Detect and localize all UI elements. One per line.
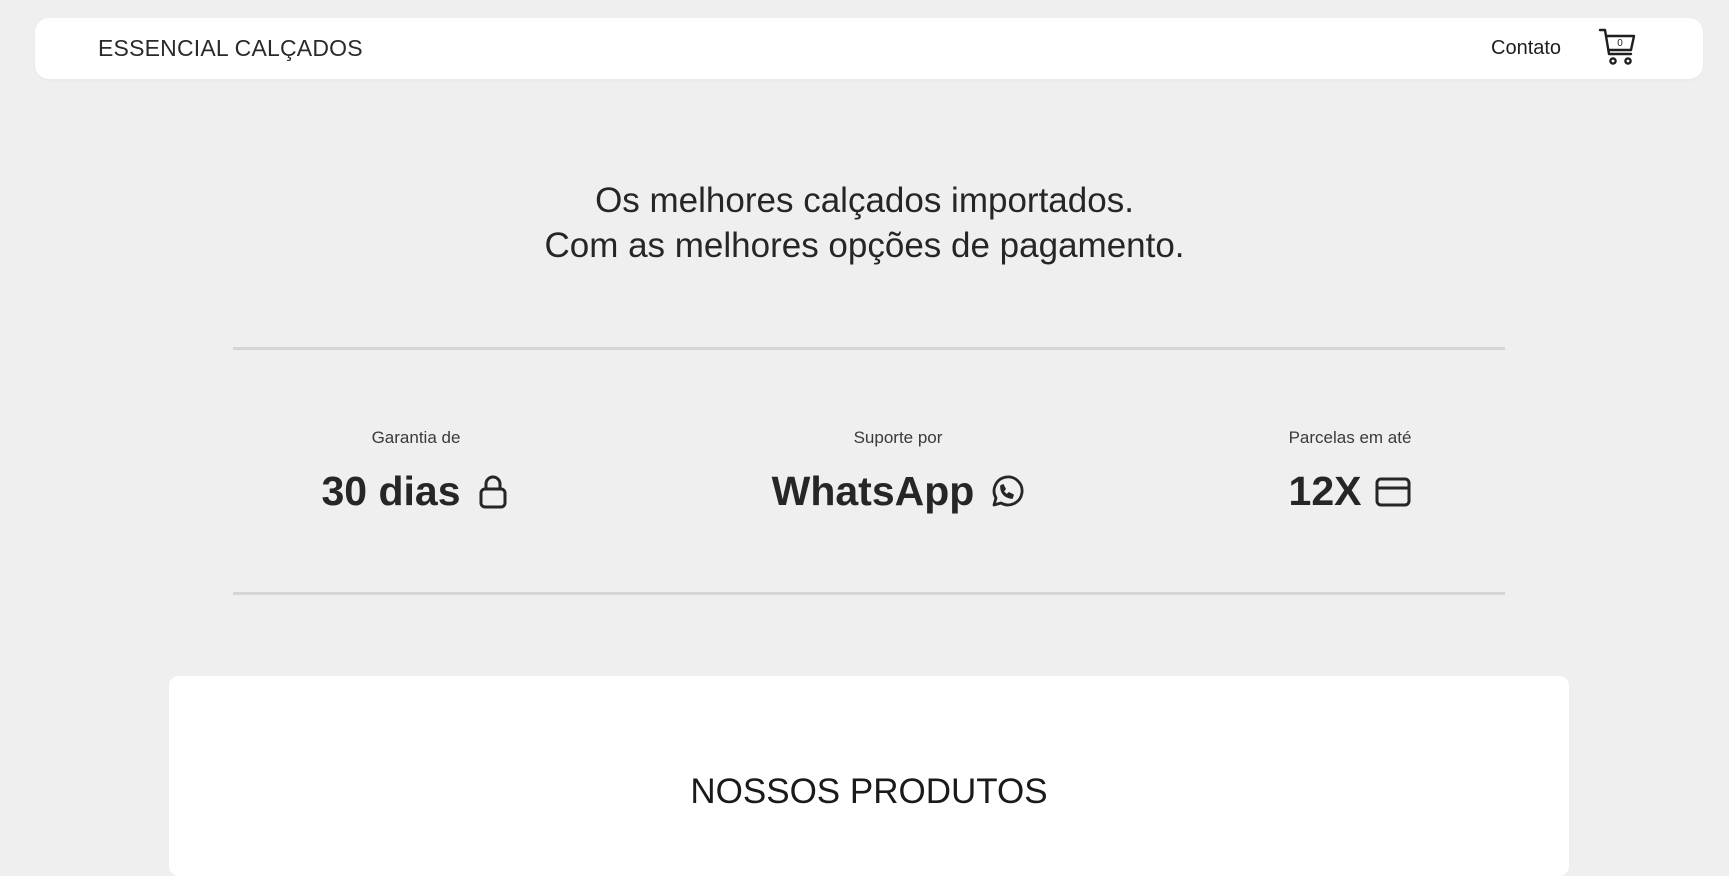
feature-warranty: Garantia de 30 dias xyxy=(216,428,616,515)
cart-count-badge: 0 xyxy=(1617,38,1623,49)
feature-support-value: WhatsApp xyxy=(771,468,975,514)
feature-installments-value-row: 12X xyxy=(1289,468,1412,515)
lock-icon xyxy=(479,475,507,508)
feature-support: Suporte por WhatsApp xyxy=(698,428,1098,515)
feature-installments-value: 12X xyxy=(1288,468,1362,514)
section-divider-top xyxy=(233,347,1505,350)
section-divider-bottom xyxy=(233,592,1505,595)
feature-warranty-value-row: 30 dias xyxy=(321,468,510,515)
feature-support-value-row: WhatsApp xyxy=(772,468,1025,515)
feature-warranty-label: Garantia de xyxy=(371,428,461,447)
hero-headline-line-1: Os melhores calçados importados. xyxy=(595,181,1134,220)
feature-support-label: Suporte por xyxy=(853,428,943,447)
feature-warranty-value: 30 dias xyxy=(321,468,461,514)
whatsapp-icon xyxy=(992,475,1024,506)
brand-logo-text[interactable]: ESSENCIAL CALÇADOS xyxy=(98,35,363,62)
hero-headline-line-2: Com as melhores opções de pagamento. xyxy=(544,226,1185,265)
navbar: ESSENCIAL CALÇADOS Contato 0 xyxy=(35,18,1703,79)
cart-button[interactable]: 0 xyxy=(1598,27,1638,67)
nav-link-contato[interactable]: Contato xyxy=(1491,37,1561,60)
feature-installments: Parcelas em até 12X xyxy=(1150,428,1550,515)
hero-section: Os melhores calçados importados. Com as … xyxy=(0,178,1729,268)
products-section: NOSSOS PRODUTOS xyxy=(169,676,1569,876)
credit-card-icon xyxy=(1375,477,1411,506)
feature-installments-label: Parcelas em até xyxy=(1288,428,1412,447)
products-section-title: NOSSOS PRODUTOS xyxy=(690,772,1048,812)
